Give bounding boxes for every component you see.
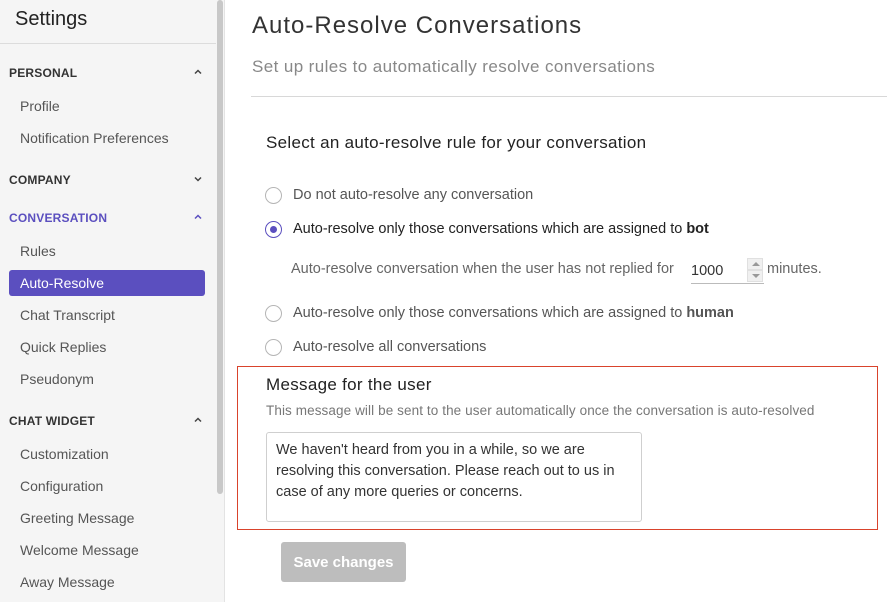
stepper-down-icon[interactable] [747, 270, 763, 282]
sidebar-item-label: Chat Transcript [20, 307, 115, 323]
radio-button[interactable] [265, 187, 282, 204]
section-conversation-label: CONVERSATION [9, 211, 108, 225]
sidebar-scrollbar-thumb[interactable] [217, 0, 223, 494]
main-content: Auto-Resolve Conversations Set up rules … [225, 0, 887, 602]
sidebar-item-profile[interactable]: Profile [9, 93, 205, 119]
rule-heading: Select an auto-resolve rule for your con… [266, 133, 647, 152]
sidebar-item-customization[interactable]: Customization [9, 441, 205, 467]
header-divider [251, 96, 887, 97]
section-chat-widget-label: CHAT WIDGET [9, 414, 95, 428]
sidebar-item-label: Customization [20, 446, 109, 462]
sidebar-divider [0, 43, 216, 44]
sidebar-item-away-message[interactable]: Away Message [9, 569, 205, 595]
sidebar-item-quick-replies[interactable]: Quick Replies [9, 334, 205, 360]
sidebar-item-label: Pseudonym [20, 371, 94, 387]
sidebar-item-auto-resolve[interactable]: Auto-Resolve [9, 270, 205, 296]
message-section-highlight: Message for the user This message will b… [237, 366, 878, 530]
sidebar-item-label: Rules [20, 243, 56, 259]
chevron-up-icon [194, 417, 202, 423]
section-company-label: COMPANY [9, 173, 71, 187]
radio-button[interactable] [265, 305, 282, 322]
sidebar-item-configuration[interactable]: Configuration [9, 473, 205, 499]
radio-button-checked[interactable] [265, 221, 282, 238]
sidebar-item-label: Quick Replies [20, 339, 107, 355]
sidebar-item-welcome-message[interactable]: Welcome Message [9, 537, 205, 563]
settings-sidebar: Settings PERSONAL Profile Notification P… [0, 0, 225, 602]
sidebar-title: Settings [15, 8, 88, 30]
sidebar-item-label: Auto-Resolve [20, 275, 105, 291]
sidebar-item-label: Away Message [20, 574, 115, 590]
section-personal[interactable]: PERSONAL [9, 63, 205, 83]
save-changes-button[interactable]: Save changes [281, 542, 406, 582]
sidebar-item-notification-preferences[interactable]: Notification Preferences [9, 125, 205, 151]
radio-button[interactable] [265, 339, 282, 356]
section-company[interactable]: COMPANY [9, 170, 205, 190]
chevron-down-icon [194, 176, 202, 182]
radio-label: Auto-resolve only those conversations wh… [293, 305, 734, 321]
stepper-up-icon[interactable] [747, 258, 763, 270]
section-chat-widget[interactable]: CHAT WIDGET [9, 411, 205, 431]
sidebar-item-label: Configuration [20, 478, 104, 494]
radio-label: Auto-resolve only those conversations wh… [293, 221, 709, 237]
message-textarea[interactable]: We haven't heard from you in a while, so… [266, 432, 642, 522]
sidebar-item-rules[interactable]: Rules [9, 238, 205, 264]
sidebar-item-label: Profile [20, 98, 60, 114]
message-description: This message will be sent to the user au… [266, 403, 815, 418]
timeout-prefix: Auto-resolve conversation when the user … [291, 261, 674, 277]
message-title: Message for the user [266, 375, 432, 394]
chevron-up-icon [194, 69, 202, 75]
sidebar-item-chat-transcript[interactable]: Chat Transcript [9, 302, 205, 328]
sidebar-item-label: Notification Preferences [20, 130, 169, 146]
chevron-up-icon [194, 214, 202, 220]
page-subtitle: Set up rules to automatically resolve co… [252, 57, 656, 76]
timeout-suffix: minutes. [767, 261, 822, 277]
sidebar-item-greeting-message[interactable]: Greeting Message [9, 505, 205, 531]
number-stepper[interactable] [747, 258, 763, 282]
sidebar-item-label: Welcome Message [20, 542, 139, 558]
radio-label: Do not auto-resolve any conversation [293, 187, 534, 203]
sidebar-item-label: Greeting Message [20, 510, 135, 526]
section-personal-label: PERSONAL [9, 66, 78, 80]
page-title: Auto-Resolve Conversations [252, 12, 583, 39]
radio-label: Auto-resolve all conversations [293, 339, 487, 355]
sidebar-item-pseudonym[interactable]: Pseudonym [9, 366, 205, 392]
section-conversation[interactable]: CONVERSATION [9, 208, 205, 228]
